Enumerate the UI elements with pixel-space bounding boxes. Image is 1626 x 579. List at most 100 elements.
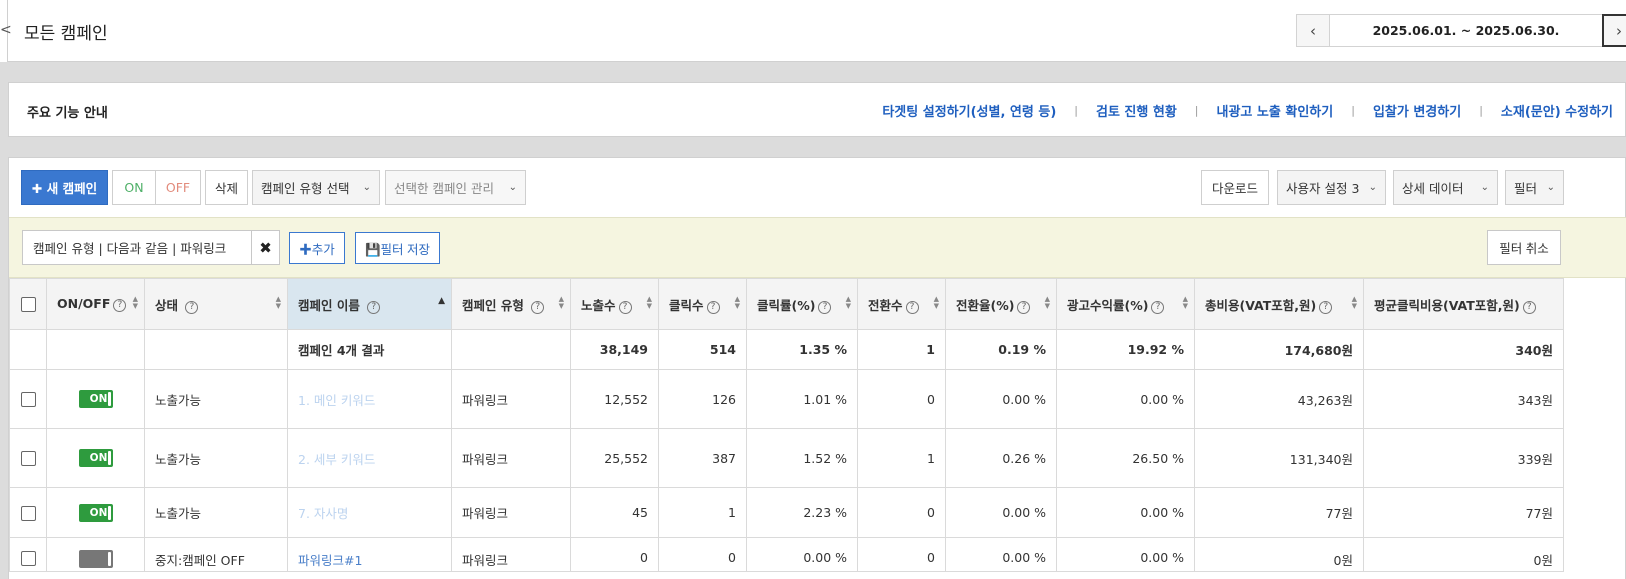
- campaign-toolbar: ✚ 새 캠페인 ON OFF 삭제 캠페인 유형 선택 ⌄ 선택한 캠페인 관리…: [9, 158, 1626, 217]
- add-filter-button[interactable]: ✚추가: [289, 232, 345, 264]
- sort-icon[interactable]: ▲ ▼: [735, 296, 740, 310]
- help-icon[interactable]: ?: [706, 300, 720, 314]
- help-icon[interactable]: ?: [113, 299, 127, 312]
- row-cost: 0원: [1194, 537, 1364, 572]
- table-row[interactable]: ON 노출가능 7. 자사명 파워링크 45 1 2.23 % 0 0.00 %…: [9, 487, 1564, 538]
- off-button[interactable]: OFF: [156, 170, 201, 205]
- row-impressions: 45: [570, 487, 659, 538]
- help-icon[interactable]: ?: [1319, 300, 1333, 314]
- filter-chip[interactable]: 캠페인 유형 | 다음과 같음 | 파워링크: [22, 230, 252, 265]
- campaign-name-link[interactable]: 1. 메인 키워드: [287, 369, 452, 429]
- col-campaign-type[interactable]: 캠페인 유형 ? ▲ ▼: [451, 278, 571, 330]
- on-off-toggle[interactable]: [78, 550, 113, 568]
- sort-icon[interactable]: ▲ ▼: [934, 296, 939, 310]
- save-filter-button[interactable]: 💾필터 저장: [355, 232, 440, 264]
- filter-select[interactable]: 필터 ⌄: [1505, 170, 1564, 205]
- on-off-toggle[interactable]: ON: [78, 390, 113, 408]
- help-icon[interactable]: ?: [367, 300, 381, 314]
- chevron-down-icon: ⌄: [1546, 182, 1555, 193]
- guide-link-review-status[interactable]: 검토 진행 현황: [1096, 101, 1177, 120]
- row-cpc: 343원: [1363, 369, 1564, 429]
- table-row[interactable]: ON 노출가능 1. 메인 키워드 파워링크 12,552 126 1.01 %…: [9, 369, 1564, 429]
- campaign-name-link[interactable]: 파워링크#1: [287, 537, 452, 572]
- prev-period-button[interactable]: ‹: [1296, 14, 1330, 47]
- row-checkbox[interactable]: [20, 392, 36, 407]
- help-icon[interactable]: ?: [905, 300, 919, 314]
- col-cpc[interactable]: 평균클릭비용(VAT포함,원)?: [1363, 278, 1564, 330]
- row-status: 노출가능: [144, 369, 288, 429]
- chevron-right-icon: ›: [1616, 21, 1622, 40]
- filter-bar: 캠페인 유형 | 다음과 같음 | 파워링크 ✖ ✚추가 💾필터 저장 필터 취…: [9, 217, 1626, 278]
- new-campaign-button[interactable]: ✚ 새 캠페인: [21, 170, 108, 205]
- campaign-type-select[interactable]: 캠페인 유형 선택 ⌄: [252, 170, 380, 205]
- help-icon[interactable]: ?: [185, 300, 199, 314]
- manage-selected-select[interactable]: 선택한 캠페인 관리 ⌄: [385, 170, 526, 205]
- table-row[interactable]: ON 노출가능 2. 세부 키워드 파워링크 25,552 387 1.52 %…: [9, 428, 1564, 488]
- guide-link-edit-creative[interactable]: 소재(문안) 수정하기: [1501, 101, 1613, 120]
- row-status: 노출가능: [144, 428, 288, 488]
- sort-icon[interactable]: ▲ ▼: [846, 296, 851, 310]
- help-icon[interactable]: ?: [1151, 300, 1165, 314]
- on-button[interactable]: ON: [112, 170, 156, 205]
- col-status[interactable]: 상태 ? ▲ ▼: [144, 278, 288, 330]
- col-impressions[interactable]: 노출수? ▲ ▼: [570, 278, 659, 330]
- guide-link-ad-exposure[interactable]: 내광고 노출 확인하기: [1217, 101, 1334, 120]
- sort-icon[interactable]: ▲ ▼: [1352, 296, 1357, 310]
- next-period-button[interactable]: ›: [1602, 14, 1626, 47]
- collapse-icon[interactable]: <: [0, 22, 12, 38]
- col-onoff[interactable]: ON/OFF? ▲ ▼: [46, 278, 145, 330]
- campaign-name-link[interactable]: 2. 세부 키워드: [287, 428, 452, 488]
- remove-filter-icon[interactable]: ✖: [252, 230, 280, 265]
- row-clicks: 126: [658, 369, 747, 429]
- sort-icon[interactable]: ▲ ▼: [133, 296, 138, 310]
- row-clicks: 1: [658, 487, 747, 538]
- sort-icon[interactable]: ▲ ▼: [1045, 296, 1050, 310]
- cancel-filter-button[interactable]: 필터 취소: [1487, 230, 1561, 265]
- detail-data-select[interactable]: 상세 데이터 ⌄: [1393, 170, 1498, 205]
- help-icon[interactable]: ?: [618, 300, 632, 314]
- row-cvr: 0.00 %: [945, 369, 1057, 429]
- user-setting-select[interactable]: 사용자 설정 3 ⌄: [1277, 170, 1386, 205]
- campaign-name-link[interactable]: 7. 자사명: [287, 487, 452, 538]
- col-clicks[interactable]: 클릭수? ▲ ▼: [658, 278, 747, 330]
- help-icon[interactable]: ?: [818, 300, 832, 314]
- col-ctr[interactable]: 클릭률(%)? ▲ ▼: [746, 278, 858, 330]
- help-icon[interactable]: ?: [531, 300, 545, 314]
- col-cvr[interactable]: 전환율(%)? ▲ ▼: [945, 278, 1057, 330]
- on-off-toggle[interactable]: ON: [78, 503, 113, 522]
- col-campaign-name[interactable]: 캠페인 이름 ? ▲: [287, 278, 452, 330]
- on-off-toggle[interactable]: ON: [78, 449, 113, 467]
- help-icon[interactable]: ?: [1017, 300, 1031, 314]
- guide-link-bid-change[interactable]: 입찰가 변경하기: [1373, 101, 1461, 120]
- chevron-down-icon: ⌄: [362, 182, 371, 193]
- row-status: 노출가능: [144, 487, 288, 538]
- sort-icon[interactable]: ▲ ▼: [647, 296, 652, 310]
- summary-conversions: 1: [857, 329, 946, 370]
- row-ctr: 0.00 %: [746, 537, 858, 572]
- date-range-picker[interactable]: 2025.06.01. ~ 2025.06.30.: [1330, 14, 1602, 47]
- col-cost[interactable]: 총비용(VAT포함,원)? ▲ ▼: [1194, 278, 1364, 330]
- sort-icon[interactable]: ▲ ▼: [1183, 296, 1188, 310]
- help-icon[interactable]: ?: [1522, 300, 1536, 314]
- guide-link-targeting[interactable]: 타겟팅 설정하기(성별, 연령 등): [882, 101, 1056, 120]
- sort-icon[interactable]: ▲ ▼: [559, 296, 564, 310]
- summary-cvr: 0.19 %: [945, 329, 1057, 370]
- col-roas[interactable]: 광고수익률(%)? ▲ ▼: [1056, 278, 1195, 330]
- table-row[interactable]: 중지:캠페인 OFF 파워링크#1 파워링크 0 0 0.00 % 0 0.00…: [9, 537, 1564, 572]
- row-clicks: 0: [658, 537, 747, 572]
- row-checkbox[interactable]: [20, 551, 36, 566]
- delete-button[interactable]: 삭제: [205, 170, 248, 205]
- row-checkbox[interactable]: [20, 451, 36, 466]
- chevron-down-icon: ⌄: [1480, 182, 1489, 193]
- sort-asc-icon[interactable]: ▲: [438, 297, 445, 306]
- sidebar-edge[interactable]: <: [0, 0, 12, 62]
- sort-icon[interactable]: ▲ ▼: [276, 296, 281, 310]
- select-all-checkbox[interactable]: [20, 297, 36, 312]
- row-conversions: 0: [857, 537, 946, 572]
- row-cost: 43,263원: [1194, 369, 1364, 429]
- row-conversions: 0: [857, 369, 946, 429]
- download-button[interactable]: 다운로드: [1201, 170, 1269, 205]
- detail-data-label: 상세 데이터: [1402, 181, 1464, 196]
- col-conversions[interactable]: 전환수? ▲ ▼: [857, 278, 946, 330]
- row-checkbox[interactable]: [20, 505, 36, 521]
